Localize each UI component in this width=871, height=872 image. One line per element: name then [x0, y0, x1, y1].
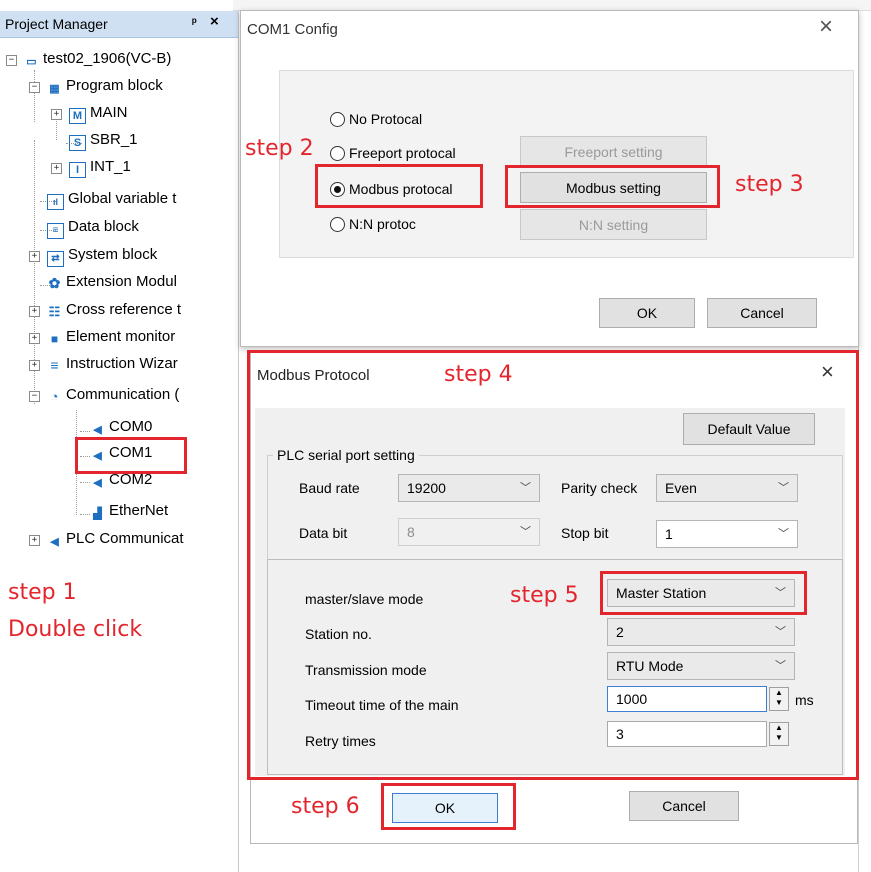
step2-label: step 2	[245, 136, 314, 161]
radio-no-protocal[interactable]	[330, 112, 345, 127]
tree-item-extension-module[interactable]: ✿ Extension Modul	[47, 273, 177, 295]
tree-item-data-block[interactable]: ≡ Data block	[47, 218, 139, 240]
expand-icon[interactable]: +	[29, 306, 40, 317]
tree-item-label: test02_1906(VC-B)	[43, 50, 172, 67]
tree-item-label: Instruction Wizar	[66, 355, 178, 372]
tree-item-label: System block	[68, 246, 158, 263]
step3-label: step 3	[735, 172, 804, 197]
ok-highlight	[381, 783, 516, 830]
antenna-icon: ◔	[50, 389, 59, 404]
radio-label: N:N protoc	[349, 216, 416, 232]
computer-icon: ▭	[26, 56, 37, 68]
expand-icon[interactable]: +	[29, 360, 40, 371]
close-icon[interactable]: ×	[210, 13, 219, 30]
expand-icon[interactable]: +	[29, 333, 40, 344]
gear-icon: ✿	[48, 275, 61, 291]
expand-icon[interactable]: +	[29, 251, 40, 262]
tree-item-label: INT_1	[90, 158, 131, 175]
tree-item-ethernet[interactable]: ▟ EtherNet	[90, 502, 168, 524]
modbus-protocal-highlight	[315, 164, 483, 208]
tree-item-com2[interactable]: ◀ COM2	[90, 471, 152, 493]
document-icon: ≡	[47, 223, 64, 239]
interrupt-icon: I	[69, 162, 86, 178]
cancel-button[interactable]: Cancel	[707, 298, 817, 328]
tree-item-label: Cross reference t	[66, 301, 182, 318]
system-block-icon: ⇄	[47, 251, 64, 267]
expand-icon[interactable]: +	[51, 109, 62, 120]
step4-label: step 4	[444, 362, 513, 387]
network-icon: ▟	[93, 508, 102, 520]
modbus-setting-highlight	[505, 165, 720, 208]
step1-label: step 1	[8, 580, 77, 605]
expand-icon[interactable]: +	[29, 535, 40, 546]
tree-item-sbr1[interactable]: S SBR_1	[69, 131, 138, 153]
step1-sub-label: Double click	[8, 617, 143, 642]
project-manager-header: Project Manager ᵖ ×	[0, 11, 238, 38]
close-icon[interactable]: ×	[819, 13, 833, 41]
dialog-title: COM1 Config	[247, 21, 338, 38]
master-station-highlight	[600, 571, 807, 615]
com1-highlight	[75, 437, 187, 474]
port-icon: ◀	[93, 424, 102, 436]
radio-freeport-protocal[interactable]	[330, 146, 345, 161]
step6-label: step 6	[291, 794, 360, 819]
collapse-icon[interactable]: −	[6, 55, 17, 66]
subroutine-icon: S	[69, 135, 86, 151]
radio-label: No Protocal	[349, 111, 423, 127]
tree-item-label: MAIN	[90, 104, 128, 121]
nn-setting-button[interactable]: N:N setting	[520, 209, 707, 240]
table-icon: ☷	[48, 304, 61, 319]
tree-item-label: Extension Modul	[66, 273, 177, 290]
main-icon: M	[69, 108, 86, 124]
collapse-icon[interactable]: −	[29, 82, 40, 93]
panel-title: Project Manager	[5, 16, 108, 32]
tree-item-label: Element monitor	[66, 328, 176, 345]
tree-item-label: Global variable t	[68, 190, 177, 207]
project-manager-panel: Project Manager ᵖ × − ▭ test02_1906(VC-B)…	[0, 0, 239, 872]
tree-item-global-variable[interactable]: ıl Global variable t	[47, 190, 176, 212]
port-icon: ◀	[93, 477, 102, 489]
tree-item-label: Data block	[68, 218, 139, 235]
tree-item-label: PLC Communicat	[66, 530, 184, 547]
tree-item-label: SBR_1	[90, 131, 138, 148]
collapse-icon[interactable]: −	[29, 391, 40, 402]
tree-item-label: COM0	[109, 418, 153, 435]
cancel-button[interactable]: Cancel	[629, 791, 739, 821]
editor-edge	[858, 40, 871, 872]
radio-label: Freeport protocal	[349, 145, 456, 161]
program-block-icon: ▦	[49, 83, 60, 95]
list-icon: ≡	[50, 357, 59, 373]
chart-icon: ıl	[47, 194, 64, 210]
tree-item-label: EtherNet	[109, 502, 169, 519]
step5-label: step 5	[510, 583, 579, 608]
expand-icon[interactable]: +	[51, 163, 62, 174]
radio-nn-protocal[interactable]	[330, 217, 345, 232]
port-icon: ◀	[50, 536, 59, 548]
ok-button[interactable]: OK	[599, 298, 695, 328]
modbus-dialog-highlight	[247, 350, 859, 780]
pin-icon[interactable]: ᵖ	[192, 15, 197, 29]
freeport-setting-button[interactable]: Freeport setting	[520, 136, 707, 167]
monitor-icon: ■	[50, 332, 59, 346]
tree-item-label: Program block	[66, 77, 163, 94]
tree-item-label: Communication (	[66, 386, 180, 403]
